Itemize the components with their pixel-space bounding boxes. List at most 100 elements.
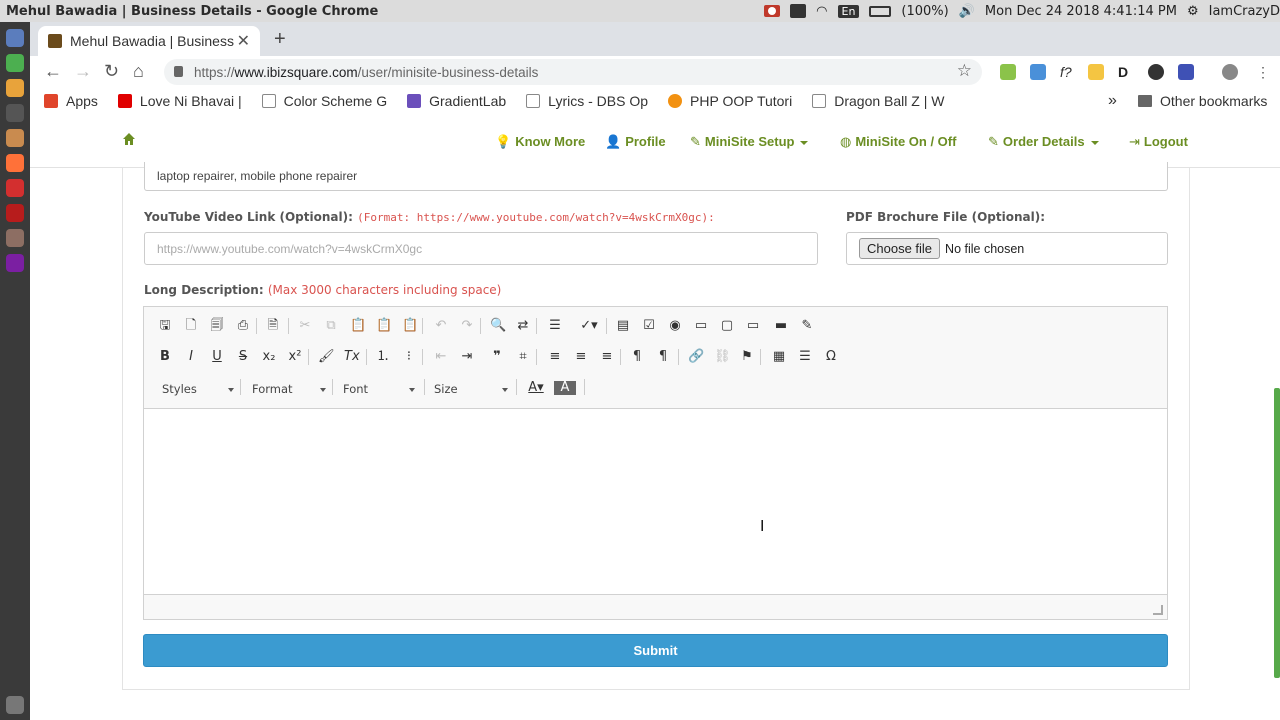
image-button-icon[interactable]: ✎ <box>800 319 814 333</box>
user-name[interactable]: IamCrazyD <box>1209 4 1280 19</box>
bookmark-item[interactable]: Dragon Ball Z | W <box>812 93 944 109</box>
numbered-list-icon[interactable]: ⒈ <box>376 350 390 364</box>
formula-extension-icon[interactable]: f? <box>1060 64 1076 80</box>
terminal-icon[interactable] <box>6 104 24 122</box>
volume-icon[interactable]: 🔊 <box>959 4 975 19</box>
cut-icon[interactable]: ✂ <box>298 319 312 333</box>
reload-icon[interactable]: ↻ <box>104 61 119 82</box>
select-icon[interactable]: ▭ <box>746 319 760 333</box>
trash-icon[interactable] <box>6 696 24 714</box>
ltr-icon[interactable]: ¶ <box>630 350 644 364</box>
radio-icon[interactable]: ◉ <box>668 319 682 333</box>
new-page-icon[interactable]: 🗋 <box>184 319 198 333</box>
bookmark-item[interactable]: PHP OOP Tutori <box>668 93 792 109</box>
dash-icon[interactable] <box>6 29 24 47</box>
templates-icon[interactable]: 🗎 <box>266 319 280 333</box>
home-icon[interactable] <box>122 132 136 146</box>
underline-icon[interactable]: U <box>210 350 224 364</box>
chrome-icon[interactable] <box>6 54 24 72</box>
editor-text-area[interactable] <box>144 408 1167 595</box>
rtl-icon[interactable]: ¶ <box>656 350 670 364</box>
submit-button[interactable]: Submit <box>143 634 1168 667</box>
nav-know-more[interactable]: 💡 Know More <box>495 134 585 150</box>
preview-icon[interactable]: 🗐 <box>210 319 224 333</box>
bookmark-star-icon[interactable]: ☆ <box>957 61 972 81</box>
outdent-icon[interactable]: ⇤ <box>434 350 448 364</box>
subscript-icon[interactable]: x₂ <box>262 350 276 364</box>
resize-handle-icon[interactable] <box>1153 605 1163 615</box>
text-color-icon[interactable]: A▾ <box>526 381 546 395</box>
pdf-file-input[interactable]: Choose file No file chosen <box>846 232 1168 265</box>
blockquote-icon[interactable]: ❞ <box>490 350 504 364</box>
nav-minisite-onoff[interactable]: ◍ MiniSite On / Off <box>840 134 956 150</box>
more-bookmarks-button[interactable]: » <box>1108 92 1117 110</box>
gear-icon[interactable]: ⚙ <box>1187 4 1199 19</box>
keywords-field[interactable]: laptop repairer, mobile phone repairer <box>144 162 1168 191</box>
language-indicator[interactable]: En <box>837 4 860 18</box>
bold-icon[interactable]: B <box>158 350 172 364</box>
menu-icon[interactable]: ⋮ <box>1256 64 1272 80</box>
scrollbar[interactable] <box>1274 388 1280 678</box>
indent-icon[interactable]: ⇥ <box>460 350 474 364</box>
anchor-flag-icon[interactable]: ⚑ <box>740 350 754 364</box>
youtube-link-input[interactable]: https://www.youtube.com/watch?v=4wskCrmX… <box>144 232 818 265</box>
paste-text-icon[interactable]: 📋 <box>376 319 392 333</box>
battery-icon[interactable] <box>869 5 892 17</box>
avatar[interactable] <box>1222 64 1238 80</box>
superscript-icon[interactable]: x² <box>288 350 302 364</box>
save-icon[interactable]: 🖫 <box>158 319 172 333</box>
nav-profile[interactable]: 👤 Profile <box>605 134 666 150</box>
checkbox-icon[interactable]: ☑ <box>642 319 656 333</box>
remove-format-icon[interactable]: Tx <box>344 350 360 364</box>
notes-icon[interactable] <box>790 4 807 18</box>
sublime-icon[interactable] <box>6 79 24 97</box>
app-icon[interactable] <box>6 254 24 272</box>
back-icon[interactable]: ← <box>44 61 62 82</box>
paste-word-icon[interactable]: 📋 <box>402 319 418 333</box>
files-icon[interactable] <box>6 129 24 147</box>
textfield-icon[interactable]: ▭ <box>694 319 708 333</box>
nav-minisite-setup[interactable]: ✎ MiniSite Setup <box>690 134 809 150</box>
copy-format-icon[interactable]: 🖌 <box>318 350 335 364</box>
strikethrough-icon[interactable]: S <box>236 350 250 364</box>
extension-icon[interactable] <box>1088 64 1104 80</box>
home-icon[interactable]: ⌂ <box>133 61 144 82</box>
spellcheck-icon[interactable]: ✓▾ <box>578 319 600 333</box>
extension-icon[interactable] <box>1000 64 1016 80</box>
special-char-icon[interactable]: Ω <box>824 350 838 364</box>
font-dropdown[interactable]: Font <box>343 380 415 398</box>
forward-icon[interactable]: → <box>74 61 92 82</box>
button-icon[interactable]: ▬ <box>774 319 788 333</box>
copy-icon[interactable]: ⧉ <box>324 319 338 333</box>
choose-file-button[interactable]: Choose file <box>859 238 941 259</box>
bulleted-list-icon[interactable]: ⁝ <box>402 350 416 364</box>
redo-icon[interactable]: ↷ <box>460 319 474 333</box>
firefox-icon[interactable] <box>6 154 24 172</box>
extension-icon[interactable] <box>1030 64 1046 80</box>
replace-icon[interactable]: ⇄ <box>516 319 530 333</box>
bookmark-item[interactable]: Color Scheme G <box>261 93 387 109</box>
italic-icon[interactable]: I <box>184 350 198 364</box>
clock[interactable]: Mon Dec 24 2018 4:41:14 PM <box>985 4 1177 19</box>
extension-icon[interactable]: D <box>1118 64 1134 80</box>
filezilla-icon[interactable] <box>6 204 24 222</box>
horizontal-line-icon[interactable]: ☰ <box>798 350 812 364</box>
wifi-icon[interactable]: ◠ <box>816 4 827 19</box>
undo-icon[interactable]: ↶ <box>434 319 448 333</box>
paste-icon[interactable]: 📋 <box>350 319 366 333</box>
bookmark-item[interactable]: Lyrics - DBS Op <box>526 93 648 109</box>
extension-icon[interactable] <box>1148 64 1164 80</box>
div-container-icon[interactable]: ⌗ <box>516 350 530 364</box>
settings-icon[interactable] <box>6 229 24 247</box>
print-icon[interactable]: ⎙ <box>236 319 250 333</box>
bookmark-item[interactable]: Apps <box>44 93 98 109</box>
align-right-icon[interactable]: ≡ <box>600 350 614 364</box>
browser-tab[interactable]: Mehul Bawadia | Business ✕ <box>38 26 260 56</box>
opera-icon[interactable] <box>6 179 24 197</box>
nav-logout[interactable]: ⇥ Logout <box>1129 134 1188 150</box>
align-center-icon[interactable]: ≡ <box>574 350 588 364</box>
link-icon[interactable]: 🔗 <box>688 350 704 364</box>
form-icon[interactable]: ▤ <box>616 319 630 333</box>
url-bar[interactable]: https:// www.ibizsquare.com /user/minisi… <box>164 59 982 85</box>
background-color-icon[interactable]: A <box>554 381 576 395</box>
